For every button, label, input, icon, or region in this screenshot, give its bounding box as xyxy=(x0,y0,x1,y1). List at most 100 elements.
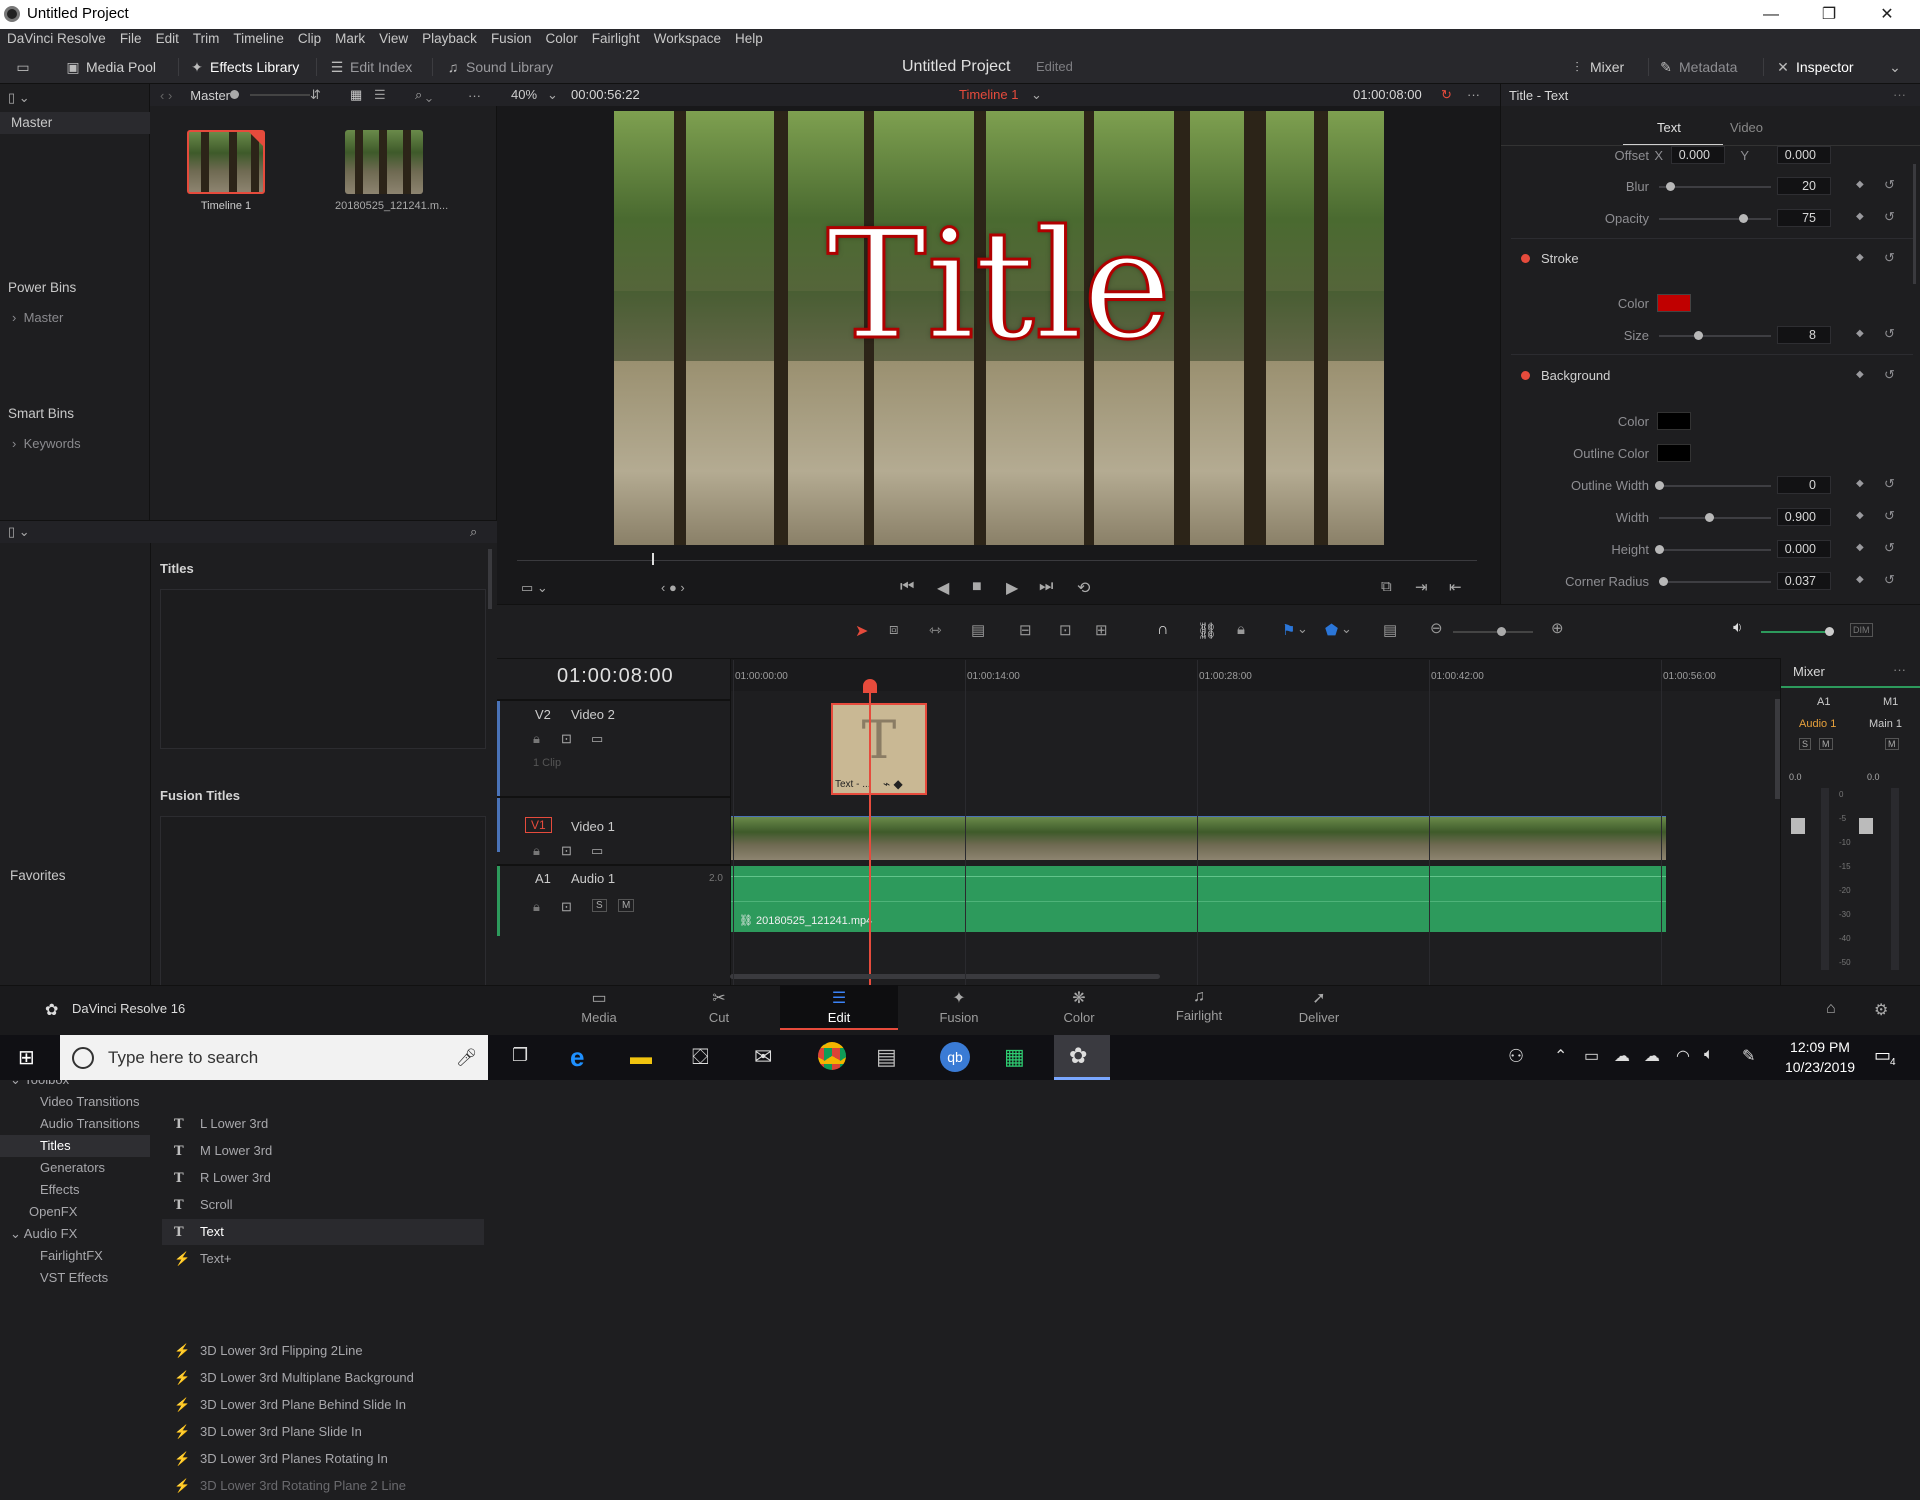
zoom-slider-knob[interactable] xyxy=(1497,627,1506,636)
blade-tool-icon[interactable]: ▤ xyxy=(971,621,985,639)
zoom-level[interactable]: 40% xyxy=(511,87,537,102)
volume-knob[interactable] xyxy=(1825,627,1834,636)
qbittorrent-icon[interactable]: qb xyxy=(940,1042,970,1072)
auto-select-icon[interactable]: ⊡ xyxy=(561,731,572,747)
offset-x-field[interactable]: 0.000 xyxy=(1671,146,1725,164)
bg-width-slider[interactable] xyxy=(1659,517,1771,519)
windows-start-icon[interactable]: ⊞ xyxy=(18,1045,35,1070)
v1-track-name[interactable]: Video 1 xyxy=(571,819,615,834)
action-center-icon[interactable]: ▭ xyxy=(1874,1045,1891,1066)
mixer-button[interactable]: ⫶ Mixer xyxy=(1568,56,1624,78)
curve-keyframe-icon[interactable]: ⌁ ◆ xyxy=(883,777,903,791)
title-clip[interactable]: T Text - ... ⌁ ◆ xyxy=(831,703,927,795)
sound-library-button[interactable]: ♫ Sound Library xyxy=(444,56,553,78)
effects-tree-item[interactable]: Generators xyxy=(0,1157,150,1179)
bg-outline-width-knob[interactable] xyxy=(1655,481,1664,490)
edge-browser-icon[interactable]: e xyxy=(570,1042,584,1073)
stroke-enable-toggle[interactable] xyxy=(1521,254,1530,263)
zoom-dropdown-icon[interactable]: ⌄ xyxy=(547,87,558,103)
effects-search-icon[interactable]: ⌕ xyxy=(470,524,477,540)
bg-corner-radius-knob[interactable] xyxy=(1659,577,1669,586)
opacity-slider[interactable] xyxy=(1659,218,1771,220)
bg-width-knob[interactable] xyxy=(1705,513,1715,522)
video-frame[interactable]: Title xyxy=(614,111,1384,545)
mail-icon[interactable]: ✉ xyxy=(754,1044,772,1070)
taskbar-date[interactable]: 10/23/2019 xyxy=(1780,1059,1860,1075)
expand-toolbar-icon[interactable]: ⌄ xyxy=(1886,56,1908,78)
reset-icon[interactable]: ↺ xyxy=(1884,177,1895,193)
menu-playback[interactable]: Playback xyxy=(415,29,484,49)
next-edit-icon[interactable]: ⇥ xyxy=(1415,578,1428,596)
cloud-upload-icon[interactable]: ☁ xyxy=(1614,1046,1630,1066)
title-effect-item[interactable]: T L Lower 3rd xyxy=(162,1111,484,1137)
viewer-scrubber[interactable] xyxy=(517,560,1477,561)
opacity-field[interactable]: 75 xyxy=(1777,209,1831,227)
effects-tree-item[interactable]: OpenFX xyxy=(0,1201,150,1223)
page-tab-cut[interactable]: ✂ Cut xyxy=(660,985,778,1030)
effects-tree-item[interactable]: Audio Transitions xyxy=(0,1113,150,1135)
page-tab-color[interactable]: ❋ Color xyxy=(1020,985,1138,1030)
page-tab-fusion[interactable]: ✦ Fusion xyxy=(900,985,1018,1030)
marker-icon[interactable]: ⬟ xyxy=(1325,621,1338,639)
keyframe-icon[interactable]: ◆ xyxy=(1856,510,1864,521)
snapping-icon[interactable]: ∩ xyxy=(1157,621,1169,639)
effects-tree-item[interactable]: Video Transitions xyxy=(0,1091,150,1113)
lock-icon[interactable]: 🔒︎ xyxy=(533,731,540,747)
power-bins-master[interactable]: › Master xyxy=(12,310,63,325)
menu-fusion[interactable]: Fusion xyxy=(484,29,539,49)
timeline-name[interactable]: Timeline 1 xyxy=(959,87,1018,102)
metadata-button[interactable]: ✎ Metadata xyxy=(1657,56,1737,78)
keyframe-icon[interactable]: ◆ xyxy=(1856,574,1864,585)
ch2-fader[interactable] xyxy=(1859,818,1873,834)
volume-icon[interactable]: 🔉︎ xyxy=(1733,619,1742,636)
replace-clip-icon[interactable]: ⊞ xyxy=(1095,621,1108,639)
previous-edit-icon[interactable]: ⇤ xyxy=(1449,578,1462,596)
lock-icon[interactable]: 🔒︎ xyxy=(533,843,540,859)
page-tab-edit[interactable]: ☰ Edit xyxy=(780,985,898,1030)
bg-outline-width-field[interactable]: 0 xyxy=(1777,476,1831,494)
menu-help[interactable]: Help xyxy=(728,29,770,49)
fusion-title-item[interactable]: ⚡ 3D Lower 3rd Multiplane Background xyxy=(162,1365,484,1391)
selection-tool-icon[interactable]: ➤ xyxy=(855,621,868,641)
marker-dropdown-icon[interactable]: ⌄ xyxy=(1341,621,1352,637)
people-icon[interactable]: ⚇ xyxy=(1508,1046,1524,1067)
inspector-tab-video[interactable]: Video xyxy=(1730,120,1763,135)
trim-tool-icon[interactable]: ⧈ xyxy=(889,621,899,638)
wifi-icon[interactable]: ◠ xyxy=(1676,1046,1690,1066)
solo-button[interactable]: S xyxy=(592,899,607,912)
sheets-icon[interactable]: ▦ xyxy=(1004,1044,1025,1070)
timeline-ruler[interactable] xyxy=(730,659,1780,691)
play-icon[interactable]: ▶ xyxy=(1006,578,1018,598)
effects-tree-item[interactable]: VST Effects xyxy=(0,1267,150,1289)
menu-timeline[interactable]: Timeline xyxy=(226,29,291,49)
video-clip-thumbnail[interactable] xyxy=(345,130,423,194)
offset-y-field[interactable]: 0.000 xyxy=(1777,146,1831,164)
sort-icon[interactable]: ⇵ xyxy=(310,87,321,103)
lock-icon[interactable]: 🔒︎ xyxy=(533,899,540,915)
stroke-size-slider-knob[interactable] xyxy=(1694,331,1704,340)
keyframe-icon[interactable]: ◆ xyxy=(1856,478,1864,489)
battery-icon[interactable]: ▭ xyxy=(1584,1046,1599,1066)
effects-tree-item[interactable]: Titles xyxy=(0,1135,150,1157)
loop-icon[interactable]: ⟲ xyxy=(1077,578,1090,598)
a1-track-name[interactable]: Audio 1 xyxy=(571,871,615,886)
inspector-tab-text[interactable]: Text xyxy=(1657,120,1681,135)
transform-icon[interactable]: ▭ ⌄ xyxy=(521,580,548,596)
smart-bins-keywords[interactable]: › Keywords xyxy=(12,436,81,451)
minimize-button[interactable]: — xyxy=(1742,0,1800,29)
keyframe-icon[interactable]: ◆ xyxy=(1856,179,1864,190)
bg-height-field[interactable]: 0.000 xyxy=(1777,540,1831,558)
file-explorer-icon[interactable]: ▬ xyxy=(630,1044,652,1070)
zoom-out-icon[interactable]: ⊖ xyxy=(1430,619,1443,637)
page-tab-fairlight[interactable]: ♫ Fairlight xyxy=(1140,985,1258,1030)
settings-gear-icon[interactable]: ⚙ xyxy=(1874,1000,1888,1020)
bg-outline-width-slider[interactable] xyxy=(1659,485,1771,487)
timeline-dropdown-icon[interactable]: ⌄ xyxy=(1031,87,1042,103)
go-to-start-icon[interactable]: ⏮ xyxy=(900,578,914,596)
mixer-main-mute-button[interactable]: M xyxy=(1885,738,1899,750)
blur-slider-knob[interactable] xyxy=(1666,182,1676,191)
grid-view-icon[interactable]: ▦ xyxy=(350,87,362,103)
menu-view[interactable]: View xyxy=(372,29,415,49)
app-icon[interactable]: ▤ xyxy=(876,1044,897,1070)
list-view-icon[interactable]: ☰ xyxy=(374,87,386,103)
